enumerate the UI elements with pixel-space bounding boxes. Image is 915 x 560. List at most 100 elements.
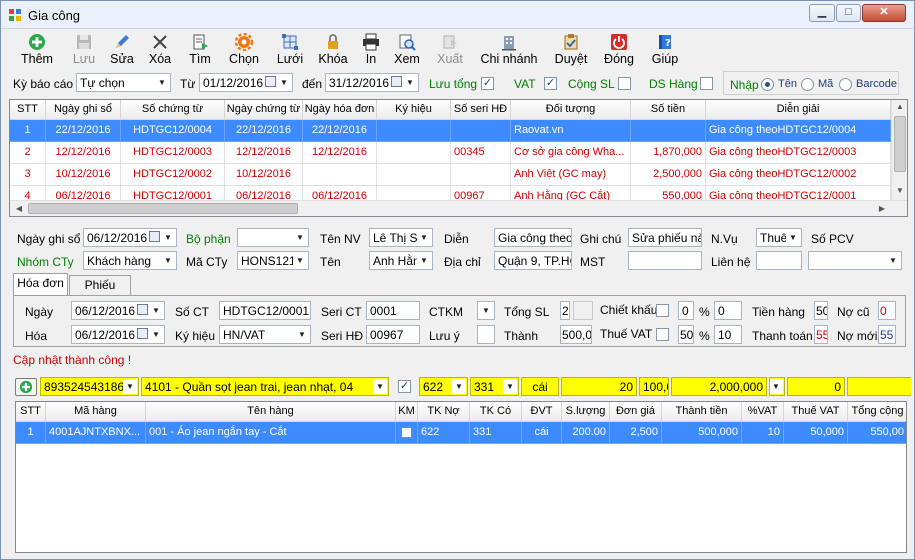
tab-phieu-nhap[interactable]: Phiếu nhập bbox=[69, 275, 131, 311]
thue-vat-checkbox[interactable] bbox=[656, 328, 669, 341]
cell-ma-hang[interactable]: 4001AJNTXBNX... bbox=[46, 422, 146, 444]
tab-hoa-don[interactable]: Hóa đơn bbox=[13, 273, 68, 295]
ky-bao-cao-select[interactable]: Tự chọn ▼ bbox=[76, 73, 171, 92]
ghi-chu-input[interactable]: Sửa phiếu này bbox=[628, 228, 702, 247]
cell-dien-giai[interactable]: Gia công theoHDTGC12/0003 bbox=[706, 142, 891, 164]
den-date-input[interactable]: 31/12/2016 ▼ bbox=[325, 73, 419, 92]
chiet-khau-checkbox[interactable] bbox=[656, 304, 669, 317]
km-checkbox[interactable]: ✓ bbox=[398, 380, 411, 393]
cell-vat-pct[interactable]: 10 bbox=[742, 422, 784, 444]
so-pcv-select[interactable]: ▼ bbox=[808, 251, 902, 270]
header-ten-hang[interactable]: Tên hàng bbox=[146, 402, 396, 422]
sl-input[interactable]: 20 bbox=[561, 377, 637, 396]
vertical-scrollbar[interactable]: ▲ ▼ bbox=[891, 100, 907, 200]
header-thue-vat[interactable]: Thuế VAT bbox=[784, 402, 848, 422]
header-ngay-chung-tu[interactable]: Ngày chứng từ bbox=[225, 100, 303, 120]
cell-ngay-chung-tu[interactable]: 22/12/2016 bbox=[225, 120, 303, 142]
header-thanh-tien[interactable]: Thành tiền bbox=[662, 402, 742, 422]
in-button[interactable]: In bbox=[359, 33, 383, 67]
ctkm-select[interactable]: ▼ bbox=[477, 301, 495, 320]
header-so-luong[interactable]: S.lượng bbox=[562, 402, 610, 422]
seri-hd-input[interactable]: 00967 bbox=[366, 325, 420, 344]
cell-tk-co[interactable]: 331 bbox=[470, 422, 522, 444]
cell-so-chung-tu[interactable]: HDTGC12/0002 bbox=[121, 164, 225, 186]
km-checkbox[interactable] bbox=[401, 427, 412, 438]
cell-so-seri-hd[interactable]: 00345 bbox=[451, 142, 511, 164]
cell-ky-hieu[interactable] bbox=[377, 120, 451, 142]
cell-stt[interactable]: 2 bbox=[10, 142, 46, 164]
maximize-button[interactable]: □ bbox=[836, 4, 861, 22]
horizontal-scrollbar[interactable]: ◀ ▶ bbox=[10, 200, 907, 216]
ngay-input[interactable]: 06/12/2016 ▼ bbox=[71, 301, 165, 320]
header-don-gia[interactable]: Đơn giá bbox=[610, 402, 662, 422]
cell-ngay-ghi-so[interactable]: 22/12/2016 bbox=[46, 120, 121, 142]
cell-stt[interactable]: 1 bbox=[10, 120, 46, 142]
dien-giai-input[interactable]: Gia công theoH bbox=[494, 228, 572, 247]
tk-no-select[interactable]: 622 ▼ bbox=[419, 377, 468, 396]
close-button[interactable]: ✕ bbox=[862, 4, 906, 22]
header-tk-co[interactable]: TK Có bbox=[470, 402, 522, 422]
cell-thue-vat[interactable]: 50,000 bbox=[784, 422, 848, 444]
ten-select[interactable]: Anh Hằng ▼ bbox=[369, 251, 433, 270]
header-ma-hang[interactable]: Mã hàng bbox=[46, 402, 146, 422]
scroll-thumb[interactable] bbox=[28, 203, 298, 214]
cell-dien-giai[interactable]: Gia công theoHDTGC12/0004 bbox=[706, 120, 891, 142]
header-km[interactable]: KM bbox=[396, 402, 418, 422]
detail-grid[interactable]: STT Mã hàng Tên hàng KM TK Nợ TK Có ĐVT … bbox=[15, 401, 907, 553]
cell-so-seri-hd[interactable] bbox=[451, 120, 511, 142]
cell-so-chung-tu[interactable]: HDTGC12/0004 bbox=[121, 120, 225, 142]
dia-chi-input[interactable]: Quận 9, TP.HC bbox=[494, 251, 572, 270]
cell-ngay-ghi-so[interactable]: 10/12/2016 bbox=[46, 164, 121, 186]
tong-input[interactable] bbox=[847, 377, 911, 396]
cell-so-tien[interactable]: 1,870,000 bbox=[631, 142, 706, 164]
header-so-chung-tu[interactable]: Số chứng từ bbox=[121, 100, 225, 120]
cell-stt[interactable]: 1 bbox=[16, 422, 46, 444]
cell-don-gia[interactable]: 2,500 bbox=[610, 422, 662, 444]
lien-he-input[interactable] bbox=[756, 251, 802, 270]
barcode-radio[interactable] bbox=[839, 78, 852, 91]
nhom-cty-select[interactable]: Khách hàng ▼ bbox=[83, 251, 177, 270]
tim-button[interactable]: Tìm bbox=[185, 33, 215, 67]
barcode-input[interactable]: 8935245431864 ▼ bbox=[40, 377, 139, 396]
dvt-input[interactable]: cái bbox=[521, 377, 559, 396]
scroll-thumb[interactable] bbox=[894, 116, 906, 172]
header-stt[interactable]: STT bbox=[10, 100, 46, 120]
chiet-khau-pct-input[interactable]: 0 bbox=[678, 301, 694, 320]
luu-button[interactable]: Lưu bbox=[69, 33, 99, 67]
seri-ct-input[interactable]: 0001 bbox=[366, 301, 420, 320]
dong-button[interactable]: Đóng bbox=[603, 33, 635, 67]
ma-cty-select[interactable]: HONS121 ▼ bbox=[237, 251, 309, 270]
xem-button[interactable]: Xem bbox=[393, 33, 421, 67]
sua-button[interactable]: Sửa bbox=[107, 33, 137, 67]
cell-ky-hieu[interactable] bbox=[377, 164, 451, 186]
cell-tk-no[interactable]: 622 bbox=[418, 422, 470, 444]
don-gia-input[interactable]: 100,000 bbox=[639, 377, 669, 396]
minimize-button[interactable]: ▁ bbox=[809, 4, 835, 22]
tien-hang-input[interactable]: 50 bbox=[814, 301, 828, 320]
cell-doi-tuong[interactable]: Cơ sở gia công Wha... bbox=[511, 142, 631, 164]
chon-button[interactable]: Chọn bbox=[227, 33, 261, 67]
cell-stt[interactable]: 3 bbox=[10, 164, 46, 186]
khoa-button[interactable]: Khóa bbox=[317, 33, 349, 67]
chinhanh-button[interactable]: Chi nhánh bbox=[479, 33, 539, 67]
scroll-right-icon[interactable]: ▶ bbox=[877, 204, 887, 213]
header-tk-no[interactable]: TK Nợ bbox=[418, 402, 470, 422]
cell-so-tien[interactable]: 2,500,000 bbox=[631, 164, 706, 186]
voucher-grid[interactable]: STT Ngày ghi sổ Số chứng từ Ngày chứng t… bbox=[9, 99, 908, 217]
cell-so-luong[interactable]: 200.00 bbox=[562, 422, 610, 444]
giup-button[interactable]: ? Giúp bbox=[651, 33, 679, 67]
mst-input[interactable] bbox=[628, 251, 702, 270]
no-moi-input[interactable]: 55 bbox=[878, 325, 896, 344]
header-ky-hieu[interactable]: Ký hiệu bbox=[377, 100, 451, 120]
cell-doi-tuong[interactable]: Anh Việt (GC may) bbox=[511, 164, 631, 186]
header-vat-pct[interactable]: %VAT bbox=[742, 402, 784, 422]
header-ngay-hoa-don[interactable]: Ngày hóa đơn bbox=[303, 100, 377, 120]
thue-input[interactable]: 0 bbox=[787, 377, 845, 396]
item-select[interactable]: 4101 - Quần sọt jean trai, jean nhạt, 04… bbox=[141, 377, 389, 396]
cell-dien-giai[interactable]: Gia công theoHDTGC12/0002 bbox=[706, 164, 891, 186]
ten-nv-select[interactable]: Lê Thị Sơ ▼ bbox=[369, 228, 433, 247]
luu-tong-checkbox[interactable]: ✓ bbox=[481, 77, 494, 90]
so-ct-input[interactable]: HDTGC12/0001 bbox=[219, 301, 311, 320]
luoi-button[interactable]: Lưới bbox=[275, 33, 305, 67]
cell-dvt[interactable]: cái bbox=[522, 422, 562, 444]
